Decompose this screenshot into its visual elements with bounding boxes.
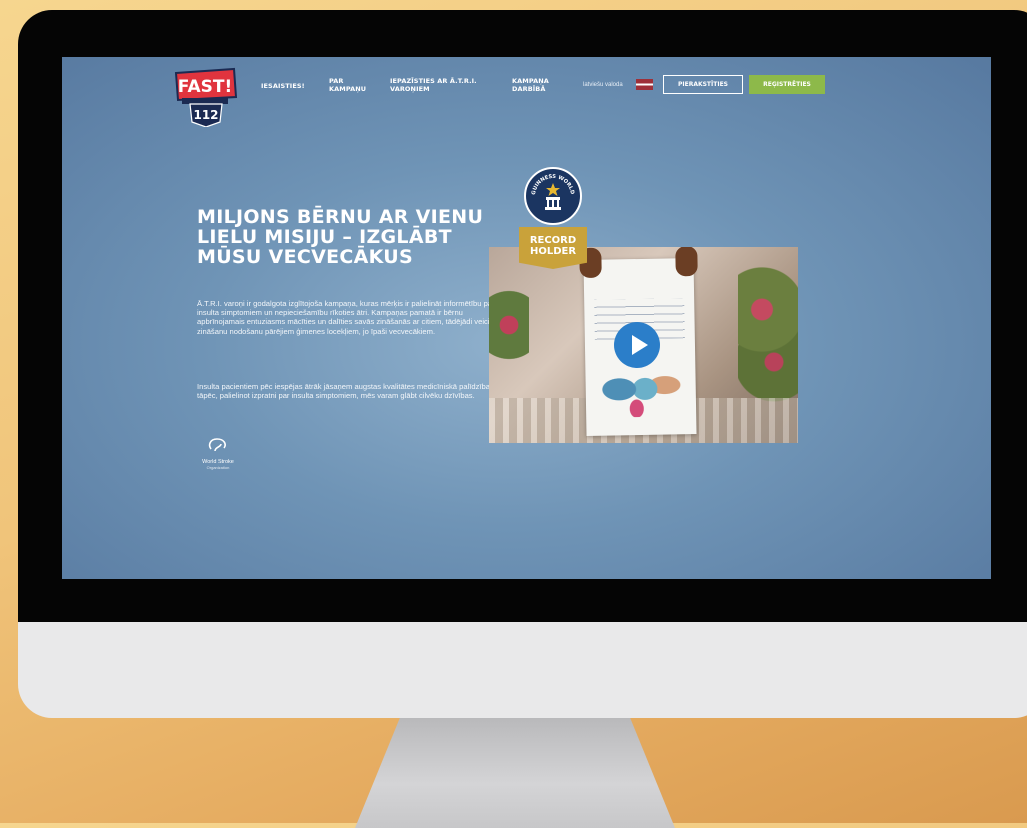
campaign-video-thumbnail[interactable]	[489, 247, 798, 443]
register-button[interactable]: REĢISTRĒTIES	[749, 75, 825, 94]
monitor-stand	[355, 718, 675, 828]
nav-par-kampanu[interactable]: PAR KAMPAŅU	[329, 77, 366, 93]
svg-text:112: 112	[193, 108, 218, 122]
svg-text:FAST!: FAST!	[178, 77, 232, 97]
brain-icon	[208, 438, 226, 452]
hero-paragraph-intro: Ā.T.R.I. varoņi ir godalgota izglītojoša…	[197, 299, 501, 336]
record-holder-ribbon: RECORD HOLDER	[519, 227, 587, 269]
guinness-world-records-badge: GUINNESS WORLD RECORDS	[524, 165, 582, 225]
monitor-chin	[18, 622, 1027, 718]
hero-headline: MILJONS BĒRNU AR VIENU LIELU MISIJU – IZ…	[197, 206, 484, 268]
flower-plant-left	[489, 277, 529, 397]
nav-iesaisties[interactable]: IESAISTIES!	[261, 82, 305, 90]
video-play-button[interactable]	[614, 322, 660, 368]
language-selector-label[interactable]: latviešu valoda	[583, 82, 623, 88]
flower-plant-right	[738, 257, 798, 407]
fast-112-logo[interactable]: FAST! 112	[172, 67, 240, 127]
child-hand-right	[675, 247, 698, 277]
login-button[interactable]: PIERAKSTĪTIES	[663, 75, 743, 94]
nav-iepazisties-ar-varoniem[interactable]: IEPAZĪSTIES AR Ā.T.R.I. VAROŅIEM	[390, 77, 490, 93]
nav-kampana-darbiba[interactable]: KAMPAŅA DARBĪBĀ	[512, 77, 552, 93]
latvian-flag-icon[interactable]	[636, 79, 653, 90]
partner-sub: Organization	[206, 465, 230, 470]
website-screen: FAST! 112 IESAISTIES! PAR KAMPAŅU IEPAZĪ…	[62, 57, 991, 579]
world-stroke-organization-logo[interactable]: World Stroke Organization	[193, 437, 243, 470]
guinness-emblem-icon: GUINNESS WORLD RECORDS	[524, 165, 575, 210]
hero-paragraph-stroke: Insulta pacientiem pēc iespējas ātrāk jā…	[197, 382, 493, 401]
